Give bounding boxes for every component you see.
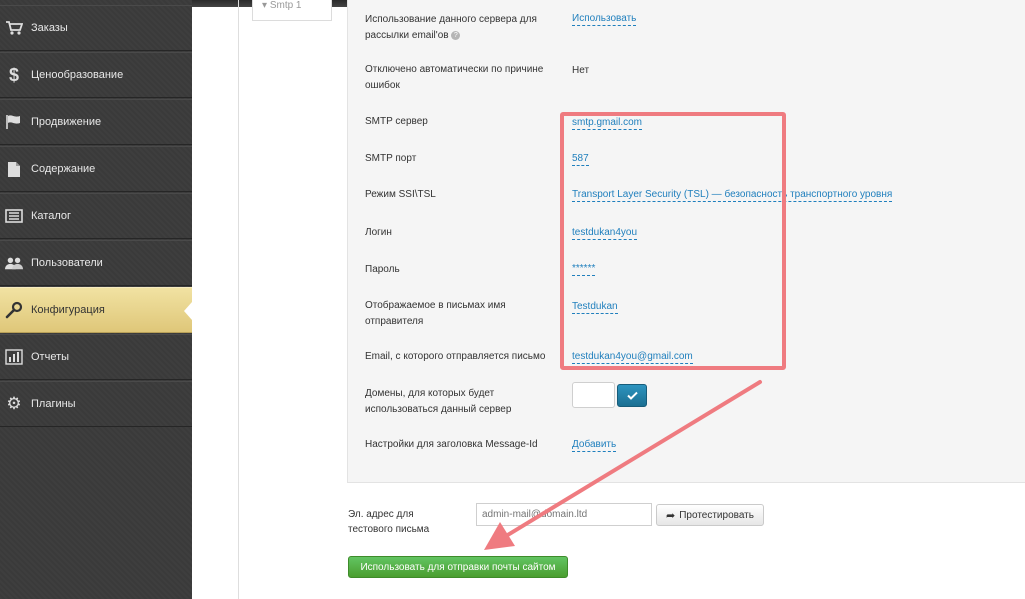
login-label: Логин: [365, 227, 392, 238]
users-icon: [5, 254, 23, 272]
sidebar-item-users[interactable]: Пользователи: [0, 240, 192, 286]
smtp-port-value[interactable]: 587: [572, 152, 589, 166]
cart-icon: [5, 19, 23, 37]
use-server-label: Использование данного сервера для рассыл…: [365, 14, 537, 41]
sender-email-label: Email, с которого отправляется письмо: [365, 351, 546, 362]
document-icon: [5, 160, 23, 178]
smtp-server-label: SMTP сервер: [365, 116, 428, 127]
sender-name-value[interactable]: Testdukan: [572, 300, 618, 314]
login-value[interactable]: testdukan4you: [572, 226, 638, 240]
confirm-domains-button[interactable]: [617, 384, 647, 407]
sidebar-item-content[interactable]: Содержание: [0, 146, 192, 192]
sidebar-item-plugins[interactable]: ⚙ Плагины: [0, 381, 192, 427]
chevron-down-icon: ▾: [262, 0, 270, 11]
use-for-site-mail-button[interactable]: Использовать для отправки почты сайтом: [348, 556, 568, 578]
share-arrow-icon: ➦: [666, 509, 676, 522]
sidebar-item-label: Заказы: [31, 22, 68, 34]
checkmark-icon: [626, 391, 638, 400]
sidebar-item-catalog[interactable]: Каталог: [0, 193, 192, 239]
sidebar-item-label: Плагины: [31, 398, 76, 410]
help-icon[interactable]: ?: [451, 30, 461, 40]
gear-icon: ⚙: [6, 394, 22, 413]
tab-label: Smtp 1: [269, 0, 302, 11]
sidebar-item-label: Продвижение: [31, 116, 102, 128]
message-id-value[interactable]: Добавить: [572, 438, 617, 452]
disabled-label: Отключено автоматически по причине ошибо…: [365, 64, 544, 91]
password-label: Пароль: [365, 264, 400, 275]
sidebar-item-label: Содержание: [31, 163, 96, 175]
message-id-label: Настройки для заголовка Message-Id: [365, 439, 538, 450]
sidebar-item-reports[interactable]: Отчеты: [0, 334, 192, 380]
bar-chart-icon: [5, 348, 23, 366]
sidebar-item-label: Каталог: [31, 210, 71, 222]
smtp-server-value[interactable]: smtp.gmail.com: [572, 116, 643, 130]
sidebar-item-pricing[interactable]: $ Ценообразование: [0, 52, 192, 98]
flag-icon: [5, 113, 23, 131]
smtp-port-label: SMTP порт: [365, 153, 417, 164]
sidebar: Заказы $ Ценообразование Продвижение Сод…: [0, 0, 192, 599]
use-server-value[interactable]: Использовать: [572, 12, 637, 26]
domains-input[interactable]: [572, 382, 615, 408]
sidebar-item-label: Ценообразование: [31, 69, 124, 81]
wrench-icon: [5, 301, 23, 319]
test-email-input[interactable]: [476, 503, 652, 526]
ssl-mode-value[interactable]: Transport Layer Security (TSL) — безопас…: [572, 188, 893, 202]
password-value[interactable]: ******: [572, 262, 596, 276]
content-gutter: [192, 7, 220, 599]
sidebar-item-promotion[interactable]: Продвижение: [0, 99, 192, 145]
domains-label: Домены, для которых будет использоваться…: [365, 388, 512, 415]
sidebar-item-label: Отчеты: [31, 351, 70, 363]
sidebar-item-label: Пользователи: [31, 257, 103, 269]
sidebar-item-label: Конфигурация: [31, 304, 105, 316]
ssl-mode-label: Режим SSI\TSL: [365, 189, 436, 200]
test-button[interactable]: ➦ Протестировать: [656, 504, 764, 526]
test-email-label: Эл. адрес для тестового письма: [348, 509, 430, 535]
sidebar-item-orders[interactable]: Заказы: [0, 5, 192, 51]
sender-email-value[interactable]: testdukan4you@gmail.com: [572, 350, 693, 364]
sidebar-item-configuration[interactable]: Конфигурация: [0, 287, 192, 333]
dollar-icon: $: [8, 64, 19, 85]
catalog-icon: [5, 207, 23, 225]
tab-smtp-1[interactable]: ▾ Smtp 1: [252, 0, 332, 21]
sender-name-label: Отображаемое в письмах имя отправителя: [365, 300, 506, 327]
disabled-value: Нет: [572, 65, 590, 76]
